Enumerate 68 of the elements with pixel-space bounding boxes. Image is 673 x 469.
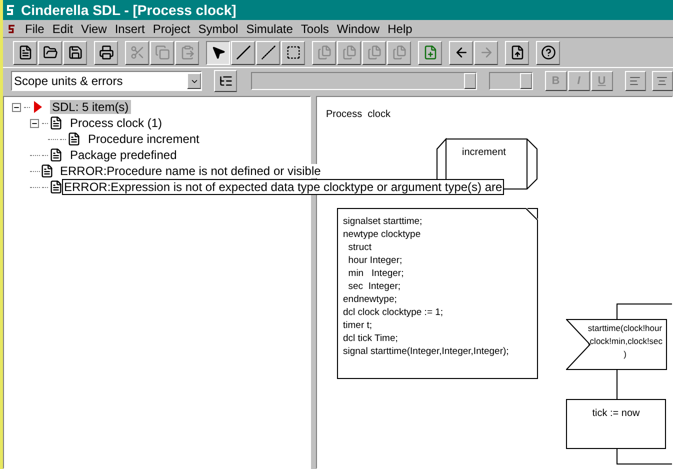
documents-icon bbox=[342, 45, 356, 60]
copy-icon bbox=[154, 45, 170, 60]
save-icon bbox=[68, 45, 82, 60]
collapse-icon[interactable] bbox=[30, 118, 39, 128]
declaration-line: sec Integer; bbox=[347, 280, 402, 293]
align-center-button[interactable] bbox=[652, 71, 673, 91]
add-document-icon bbox=[422, 45, 438, 60]
declaration-line: newtype clocktype bbox=[343, 228, 422, 241]
align-left-icon bbox=[629, 75, 642, 87]
declaration-line: hour Integer; bbox=[347, 254, 404, 267]
documents-icon bbox=[316, 45, 332, 60]
declaration-line: dcl clock clocktype := 1; bbox=[343, 306, 444, 319]
menu-item[interactable]: View bbox=[77, 20, 111, 38]
declaration-line: dcl tick Time; bbox=[343, 332, 399, 345]
new-file-icon bbox=[18, 45, 32, 60]
menu-item[interactable]: Symbol bbox=[194, 20, 242, 38]
declaration-line: struct bbox=[347, 241, 373, 254]
declaration-line: endnewtype; bbox=[343, 293, 398, 306]
task-text: tick := now bbox=[592, 407, 640, 421]
printer-icon bbox=[98, 45, 114, 60]
tree-item[interactable]: Procedure increment bbox=[86, 132, 202, 146]
documents-icon bbox=[366, 45, 382, 60]
align-left-button[interactable] bbox=[624, 71, 646, 91]
signal-text: starttime(clock!hour bbox=[588, 322, 662, 335]
pointer-icon bbox=[210, 45, 226, 60]
declaration-line: timer t; bbox=[343, 319, 374, 332]
app-icon bbox=[5, 4, 17, 16]
tree-item[interactable]: ERROR:Procedure name is not defined or visible bbox=[58, 164, 323, 178]
app-icon[interactable] bbox=[7, 24, 17, 34]
menu-item[interactable]: Insert bbox=[110, 20, 149, 38]
dashed-square-icon bbox=[286, 45, 300, 60]
document-upload-icon bbox=[510, 45, 524, 60]
menu-item[interactable]: File bbox=[21, 20, 48, 38]
folder-icon bbox=[42, 45, 58, 60]
menu-item[interactable]: Help bbox=[384, 20, 416, 38]
align-center-icon bbox=[656, 75, 668, 87]
scissors-icon bbox=[130, 45, 144, 60]
dashed-line-icon bbox=[260, 45, 276, 60]
declaration-line: signalset starttime; bbox=[343, 215, 424, 228]
flow-line bbox=[616, 303, 672, 319]
font-dropdown[interactable] bbox=[251, 72, 477, 90]
menu-item[interactable]: Edit bbox=[48, 20, 78, 38]
tree-item[interactable]: Process clock (1) bbox=[68, 116, 164, 130]
size-dropdown[interactable] bbox=[488, 72, 533, 90]
menu-item[interactable]: Tools bbox=[296, 20, 333, 38]
procedure-name: increment bbox=[462, 146, 506, 160]
declaration-line: signal starttime(Integer,Integer,Integer); bbox=[343, 345, 510, 358]
tree-view-button[interactable] bbox=[214, 70, 238, 92]
tree-item[interactable]: Package predefined bbox=[68, 148, 179, 162]
window-title: Cinderella SDL - [Process clock] bbox=[21, 0, 236, 20]
menu-item[interactable]: Project bbox=[148, 20, 194, 38]
paste-icon bbox=[180, 45, 194, 60]
menu-item[interactable]: Simulate bbox=[242, 20, 297, 38]
right-arrow-icon bbox=[478, 45, 494, 60]
declaration-line: min Integer; bbox=[347, 267, 405, 280]
documents-icon bbox=[392, 45, 406, 60]
tree-item[interactable]: SDL: 5 item(s) bbox=[50, 100, 131, 114]
tree-icon bbox=[218, 74, 233, 88]
scope-dropdown[interactable]: Scope units & errors bbox=[11, 71, 202, 91]
menu-item[interactable]: Window bbox=[332, 20, 384, 38]
help-icon bbox=[540, 45, 556, 60]
collapse-icon[interactable] bbox=[12, 102, 21, 112]
signal-text: ,clock!min,clock!sec bbox=[587, 335, 663, 348]
signal-text: ) bbox=[624, 348, 626, 361]
tooltip: ERROR:Expression is not of expected data type clocktype or argument type(s) are bbox=[62, 179, 504, 195]
line-icon bbox=[236, 45, 250, 60]
diagram-title: Process clock bbox=[326, 108, 390, 122]
toolbar-button[interactable] bbox=[206, 40, 230, 64]
